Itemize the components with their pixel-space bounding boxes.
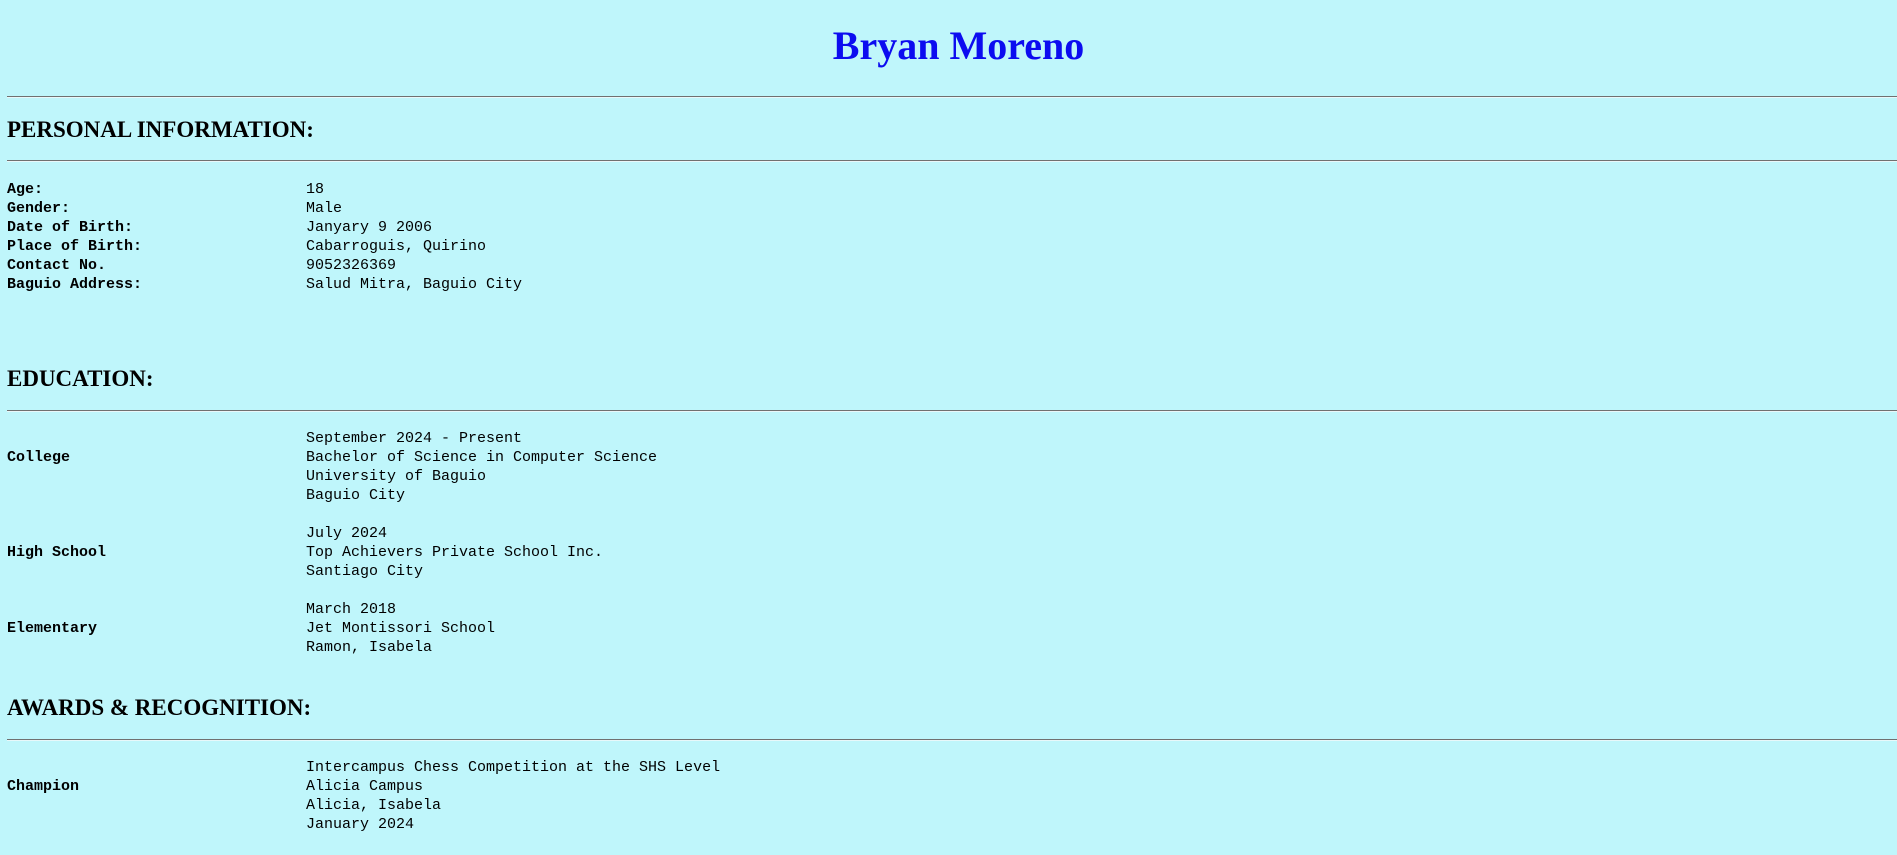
elementary-date: March 2018 <box>306 601 397 618</box>
age-row: Age: 18 <box>0 180 1897 199</box>
elementary-label: Elementary <box>7 620 98 637</box>
address-row: Baguio Address: Salud Mitra, Baguio City <box>0 275 1897 294</box>
award-date-row: January 2024 <box>0 815 1897 834</box>
contact-row: Contact No. 9052326369 <box>0 256 1897 275</box>
college-school: University of Baguio <box>306 468 487 485</box>
page-title: Bryan Moreno <box>832 23 1085 68</box>
pob-label: Place of Birth: <box>7 238 143 255</box>
pob-value: Cabarroguis, Quirino <box>306 238 487 255</box>
age-value: 18 <box>306 181 325 198</box>
address-value: Salud Mitra, Baguio City <box>306 276 523 293</box>
elementary-school-row: Elementary Jet Montissori School <box>0 619 1897 638</box>
highschool-school-row: High School Top Achievers Private School… <box>0 543 1897 562</box>
highschool-school: Top Achievers Private School Inc. <box>306 544 604 561</box>
personal-info-heading: PERSONAL INFORMATION: <box>7 117 314 142</box>
college-program: Bachelor of Science in Computer Science <box>306 449 658 466</box>
highschool-date-row: July 2024 <box>0 524 1897 543</box>
college-date-row: September 2024 - Present <box>0 429 1897 448</box>
college-location-row: Baguio City <box>0 486 1897 505</box>
dob-label: Date of Birth: <box>7 219 134 236</box>
award-location: Alicia, Isabela <box>306 797 442 814</box>
highschool-location-row: Santiago City <box>0 562 1897 581</box>
award-campus-row: Champion Alicia Campus <box>0 777 1897 796</box>
gender-value: Male <box>306 200 343 217</box>
elementary-location: Ramon, Isabela <box>306 639 433 656</box>
divider <box>7 160 1897 162</box>
college-date: September 2024 - Present <box>306 430 523 447</box>
award-date: January 2024 <box>306 816 415 833</box>
college-school-row: University of Baguio <box>0 467 1897 486</box>
resume-page: Bryan Moreno PERSONAL INFORMATION: Age: … <box>0 0 1897 855</box>
divider <box>7 739 1897 741</box>
divider <box>7 96 1897 98</box>
college-location: Baguio City <box>306 487 406 504</box>
highschool-location: Santiago City <box>306 563 424 580</box>
gender-row: Gender: Male <box>0 199 1897 218</box>
contact-value: 9052326369 <box>306 257 397 274</box>
highschool-date: July 2024 <box>306 525 388 542</box>
contact-label: Contact No. <box>7 257 107 274</box>
award-label: Champion <box>7 778 80 795</box>
award-campus: Alicia Campus <box>306 778 424 795</box>
awards-heading: AWARDS & RECOGNITION: <box>7 695 312 720</box>
divider <box>7 410 1897 412</box>
award-event-row: Intercampus Chess Competition at the SHS… <box>0 758 1897 777</box>
award-location-row: Alicia, Isabela <box>0 796 1897 815</box>
address-label: Baguio Address: <box>7 276 143 293</box>
elementary-date-row: March 2018 <box>0 600 1897 619</box>
dob-row: Date of Birth: Janyary 9 2006 <box>0 218 1897 237</box>
education-heading: EDUCATION: <box>7 366 154 391</box>
gender-label: Gender: <box>7 200 71 217</box>
pob-row: Place of Birth: Cabarroguis, Quirino <box>0 237 1897 256</box>
dob-value: Janyary 9 2006 <box>306 219 433 236</box>
elementary-location-row: Ramon, Isabela <box>0 638 1897 657</box>
elementary-school: Jet Montissori School <box>306 620 496 637</box>
age-label: Age: <box>7 181 44 198</box>
highschool-label: High School <box>7 544 107 561</box>
award-event: Intercampus Chess Competition at the SHS… <box>306 759 721 776</box>
college-program-row: College Bachelor of Science in Computer … <box>0 448 1897 467</box>
college-label: College <box>7 449 71 466</box>
